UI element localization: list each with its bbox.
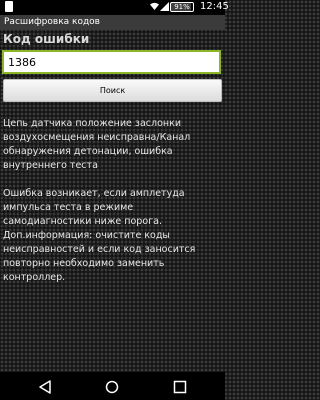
- app-title: Расшифровка кодов: [4, 17, 100, 27]
- code-label: Код ошибки: [3, 32, 90, 46]
- code-input[interactable]: [2, 50, 221, 74]
- battery-percent: 91%: [174, 3, 190, 11]
- status-bar: 91% 12:45: [0, 0, 229, 15]
- back-icon[interactable]: [38, 379, 52, 394]
- result-text: Цепь датчика положение заслонки воздухос…: [3, 118, 196, 283]
- clock: 12:45: [200, 1, 229, 12]
- app-icon: [5, 1, 13, 12]
- wifi-icon: [150, 2, 159, 14]
- search-button[interactable]: Поиск: [3, 79, 222, 102]
- home-icon[interactable]: [105, 379, 119, 394]
- nav-bar: [0, 372, 225, 400]
- signal-icon: [160, 2, 169, 14]
- title-bar: Расшифровка кодов: [0, 15, 225, 30]
- recent-apps-icon[interactable]: [173, 379, 187, 394]
- battery-icon: 91%: [170, 2, 194, 12]
